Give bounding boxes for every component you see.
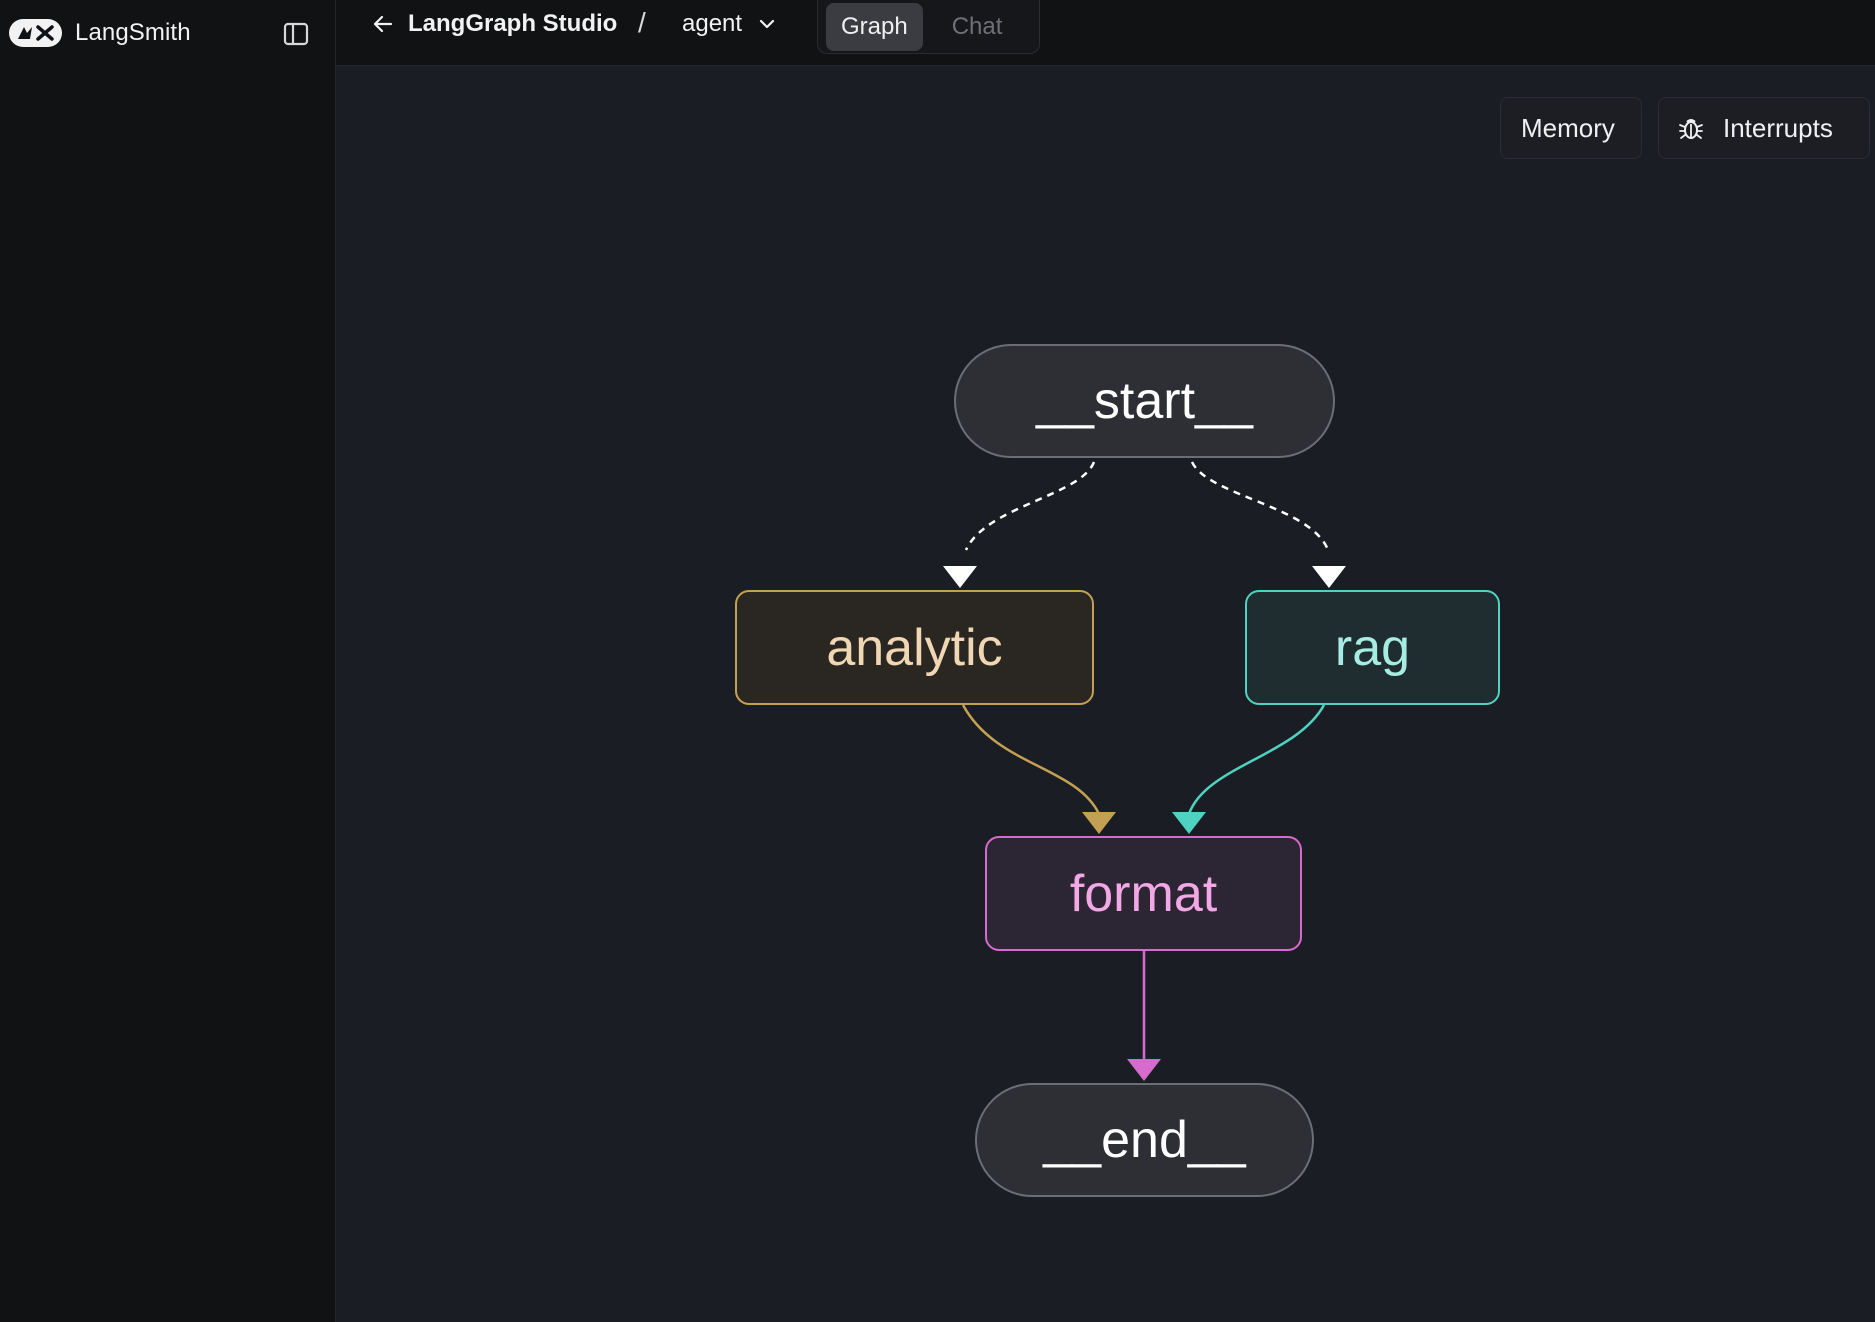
langsmith-logo-icon <box>8 17 63 49</box>
edge-format-end-arrow <box>1127 1059 1161 1081</box>
node-label: __start__ <box>1036 372 1253 430</box>
node-label: analytic <box>826 618 1003 677</box>
edge-start-analytic-arrow <box>943 566 977 588</box>
graph-node-rag[interactable]: rag <box>1245 590 1500 705</box>
edge-analytic-format-arrow <box>1082 812 1116 834</box>
sidebar-toggle-button[interactable] <box>281 19 311 49</box>
interrupts-label: Interrupts <box>1723 112 1833 143</box>
node-label: format <box>1069 864 1218 923</box>
graph-node-analytic[interactable]: analytic <box>735 590 1094 705</box>
graph-node-format[interactable]: format <box>985 836 1302 951</box>
sidebar: LangSmith <box>0 0 336 1322</box>
sidebar-toggle-icon <box>283 22 309 46</box>
node-label: rag <box>1334 618 1411 677</box>
node-label: __end__ <box>1043 1111 1246 1169</box>
edge-analytic-format <box>961 704 1101 815</box>
graph-node-start[interactable]: __start__ <box>954 344 1335 458</box>
app-title: LangGraph Studio <box>408 10 618 37</box>
tab-chat[interactable]: Chat <box>937 3 1018 51</box>
edge-start-rag-arrow <box>1312 566 1346 588</box>
breadcrumb-separator: / <box>638 7 646 38</box>
brand-name: LangSmith <box>75 19 191 46</box>
edge-rag-format <box>1187 704 1326 815</box>
memory-button[interactable]: Memory <box>1500 97 1642 159</box>
arrow-left-icon <box>373 15 393 33</box>
graph-node-end[interactable]: __end__ <box>975 1083 1314 1197</box>
bug-icon <box>1679 119 1703 139</box>
edge-rag-format-arrow <box>1172 812 1206 834</box>
tab-graph[interactable]: Graph <box>826 2 923 51</box>
edge-start-analytic <box>964 461 1096 551</box>
chevron-down-icon <box>759 19 775 29</box>
graph-selector[interactable]: agent <box>682 8 778 40</box>
brand[interactable]: LangSmith <box>8 12 191 54</box>
memory-label: Memory <box>1521 112 1615 143</box>
graph-canvas[interactable]: Memory Interrupts __start__ analytic rag… <box>336 66 1875 1322</box>
top-bar: LangGraph Studio / agent Graph Chat <box>336 0 1875 66</box>
back-button[interactable]: LangGraph Studio <box>370 8 617 40</box>
edge-start-rag <box>1190 461 1330 551</box>
graph-name: agent <box>682 10 743 37</box>
interrupts-button[interactable]: Interrupts <box>1658 97 1870 159</box>
view-tabs: Graph Chat <box>817 0 1040 54</box>
